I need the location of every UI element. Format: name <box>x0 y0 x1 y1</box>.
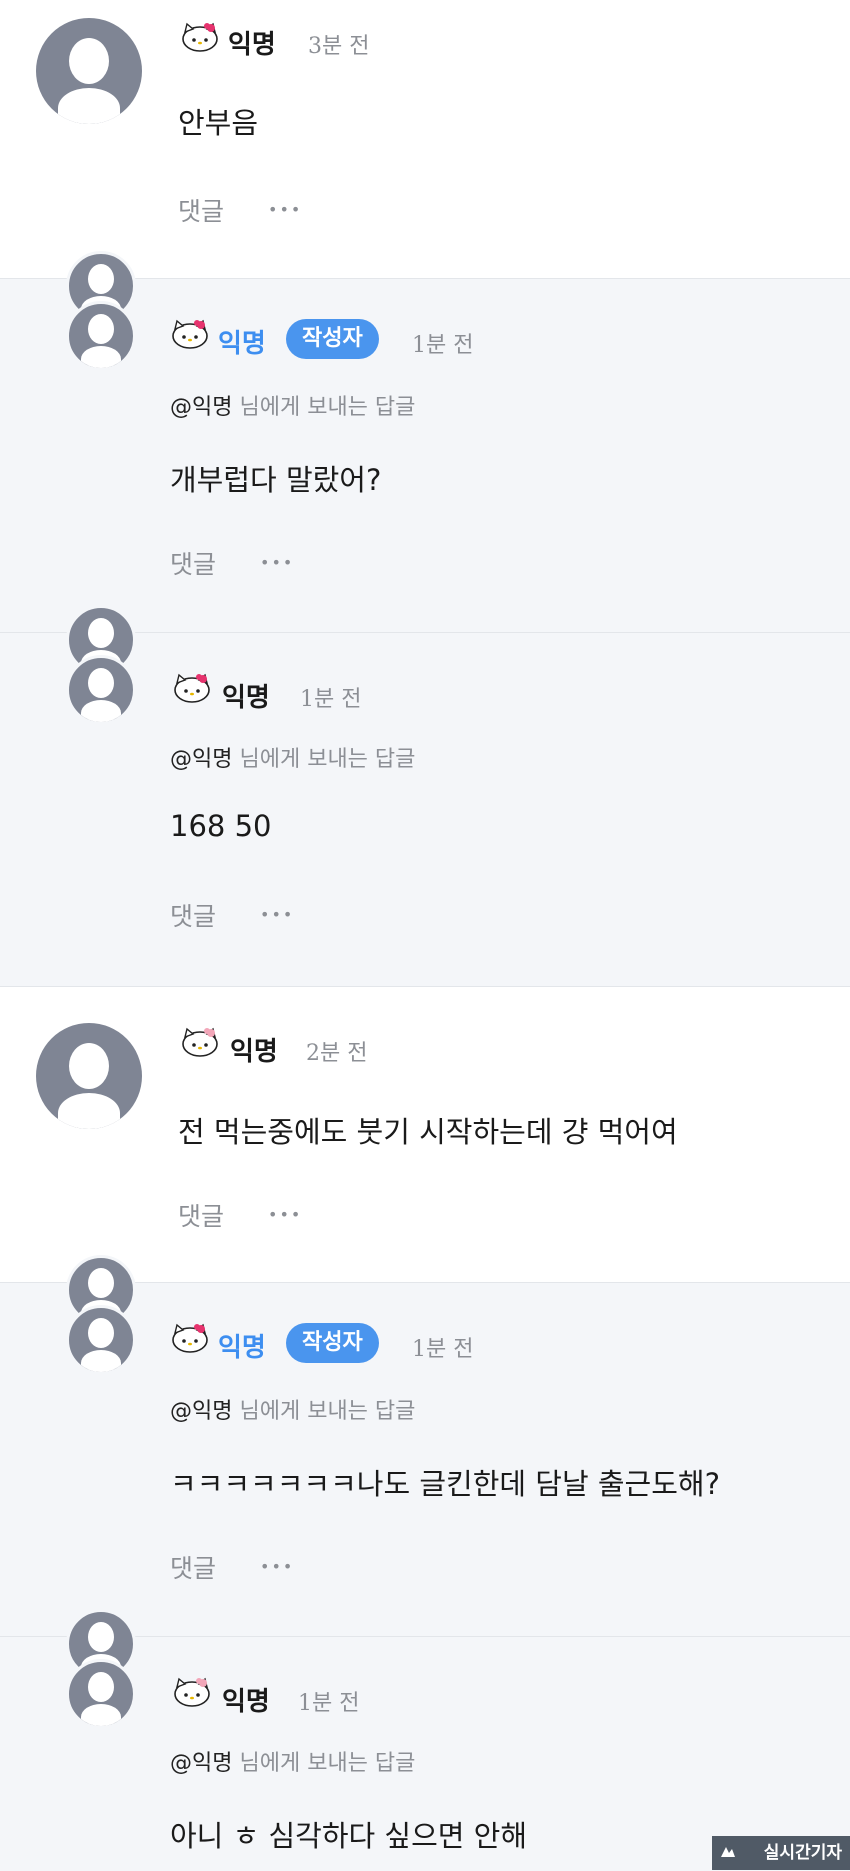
reply-item: 익명 작성자 1분 전 @익명 님에게 보내는 답글 개부럽다 말랐어? 댓글 … <box>0 251 850 633</box>
timestamp: 1분 전 <box>412 333 474 358</box>
reply-item: 익명 1분 전 @익명 님에게 보내는 답글 168 50 댓글 ••• <box>0 605 850 987</box>
comment-text: 개부럽다 말랐어? <box>170 463 382 497</box>
timestamp: 1분 전 <box>298 1691 360 1716</box>
comment-text: 아니 ㅎ 심각하다 싶으면 안해 <box>170 1819 528 1853</box>
avatar[interactable] <box>66 1305 136 1375</box>
author-name: 익명 <box>222 683 270 713</box>
author-name: 익명 <box>218 1333 266 1363</box>
hello-kitty-icon <box>180 1027 220 1057</box>
hello-kitty-icon <box>170 319 210 349</box>
author-badge: 작성자 <box>286 1323 379 1363</box>
comment-text: 안부음 <box>178 106 259 140</box>
author-name: 익명 <box>230 1037 278 1067</box>
mention-user[interactable]: @익명 <box>170 395 232 420</box>
timestamp: 3분 전 <box>308 34 370 59</box>
avatar[interactable] <box>66 655 136 725</box>
reply-target: @익명 님에게 보내는 답글 <box>170 395 416 420</box>
timestamp: 2분 전 <box>306 1041 368 1066</box>
watermark-logo-icon <box>721 1847 735 1857</box>
author-name: 익명 <box>228 30 276 60</box>
author-name: 익명 <box>218 329 266 359</box>
comment-text: 전 먹는중에도 붓기 시작하는데 걍 먹어여 <box>178 1115 678 1149</box>
reply-button[interactable]: 댓글 <box>178 192 224 228</box>
mention-user[interactable]: @익명 <box>170 1399 232 1424</box>
comment-item: 익명 2분 전 전 먹는중에도 붓기 시작하는데 걍 먹어여 댓글 ••• <box>0 986 850 1283</box>
more-options-button[interactable]: ••• <box>260 905 294 924</box>
more-options-button[interactable]: ••• <box>260 1557 294 1576</box>
more-options-button[interactable]: ••• <box>260 553 294 572</box>
author-name: 익명 <box>222 1687 270 1717</box>
hello-kitty-icon <box>172 673 212 703</box>
more-options-button[interactable]: ••• <box>268 200 302 219</box>
reply-button[interactable]: 댓글 <box>170 545 216 581</box>
avatar[interactable] <box>66 301 136 371</box>
avatar[interactable] <box>36 18 142 124</box>
mention-user[interactable]: @익명 <box>170 1751 232 1776</box>
comment-item: 익명 3분 전 안부음 댓글 ••• <box>0 0 850 278</box>
hello-kitty-icon <box>180 22 220 52</box>
reply-item: 익명 작성자 1분 전 @익명 님에게 보내는 답글 ㅋㅋㅋㅋㅋㅋㅋ나도 글킨한… <box>0 1255 850 1637</box>
hello-kitty-icon <box>170 1323 210 1353</box>
reply-target: @익명 님에게 보내는 답글 <box>170 747 416 772</box>
reply-button[interactable]: 댓글 <box>170 897 216 933</box>
avatar[interactable] <box>66 1659 136 1729</box>
watermark-text: 실시간기자 <box>763 1843 842 1863</box>
reply-target: @익명 님에게 보내는 답글 <box>170 1751 416 1776</box>
avatar[interactable] <box>36 1023 142 1129</box>
comment-text: 168 50 <box>170 809 272 843</box>
mention-user[interactable]: @익명 <box>170 747 232 772</box>
reply-target: @익명 님에게 보내는 답글 <box>170 1399 416 1424</box>
timestamp: 1분 전 <box>412 1337 474 1362</box>
reply-button[interactable]: 댓글 <box>170 1549 216 1585</box>
hello-kitty-icon <box>172 1677 212 1707</box>
timestamp: 1분 전 <box>300 687 362 712</box>
more-options-button[interactable]: ••• <box>268 1205 302 1224</box>
comment-text: ㅋㅋㅋㅋㅋㅋㅋ나도 글킨한데 담날 출근도해? <box>170 1467 720 1501</box>
author-badge: 작성자 <box>286 319 379 359</box>
watermark: 실시간기자 <box>712 1836 850 1870</box>
reply-button[interactable]: 댓글 <box>178 1197 224 1233</box>
